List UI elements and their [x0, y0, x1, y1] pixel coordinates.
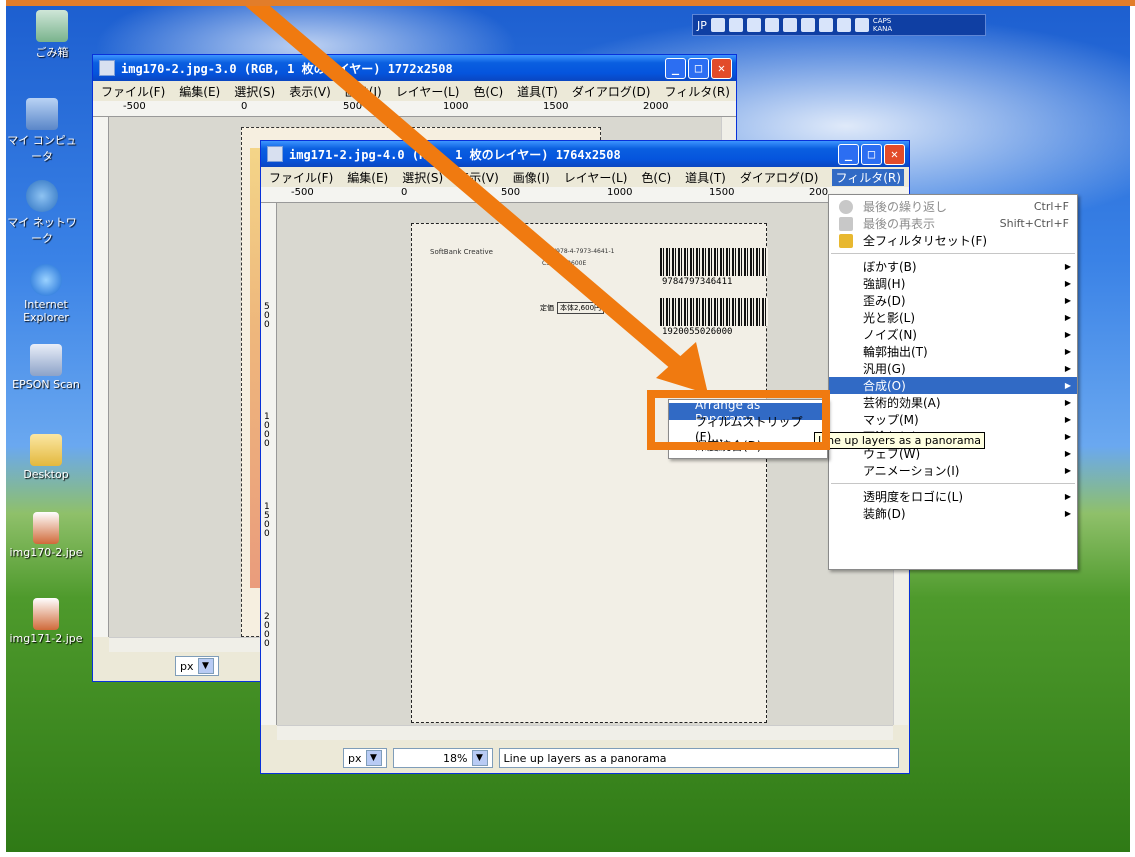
desktop: ごみ箱 マイ コンピュータ マイ ネットワーク Internet Explore… — [6, 6, 1130, 852]
annotation-arrow-icon — [245, 6, 708, 394]
